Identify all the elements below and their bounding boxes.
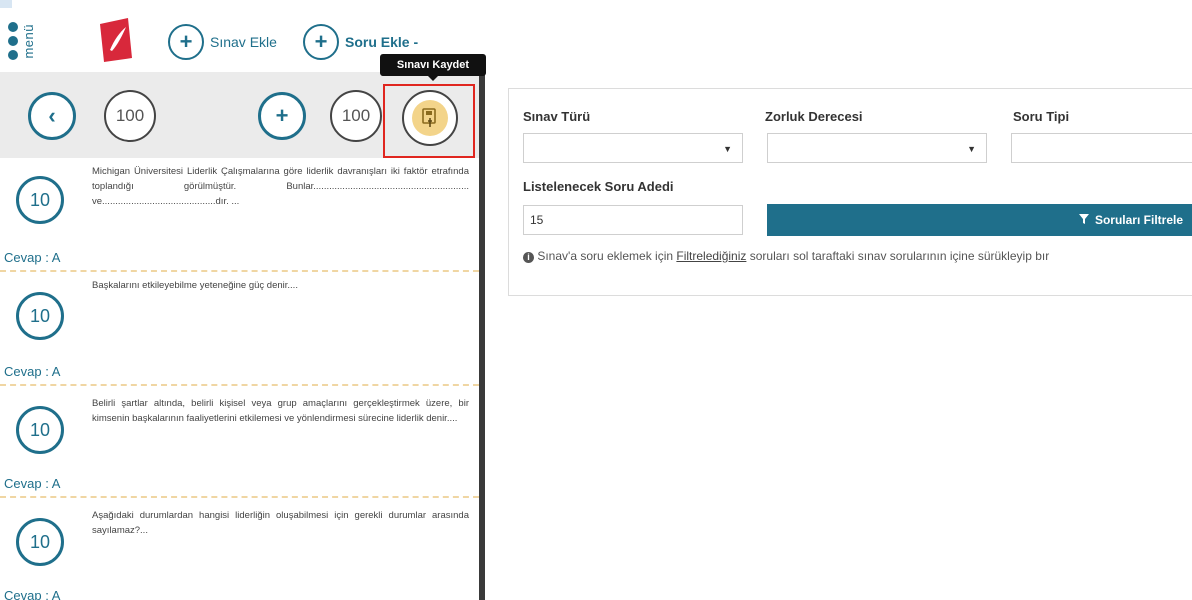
question-points: 10 xyxy=(16,176,64,224)
menu-label: menü xyxy=(21,23,36,59)
plus-icon: + xyxy=(275,103,289,128)
filter-button-label: Soruları Filtrele xyxy=(1094,213,1183,227)
save-highlight-box xyxy=(383,84,475,158)
question-text: Belirli şartlar altında, belirli kişisel… xyxy=(92,398,469,424)
top-bar: menü + Sınav Ekle + Soru Ekle - xyxy=(0,0,1192,72)
menu-button[interactable]: menü xyxy=(8,18,58,64)
chevron-left-icon: ‹ xyxy=(48,103,56,128)
difficulty-label: Zorluk Derecesi xyxy=(765,109,863,124)
question-text: Aşağıdaki durumlardan hangisi liderliğin… xyxy=(92,510,469,536)
filter-questions-button[interactable]: Soruları Filtrele xyxy=(767,204,1192,236)
back-button[interactable]: ‹ xyxy=(28,92,76,140)
menu-dots-icon xyxy=(8,22,18,60)
plus-icon: + xyxy=(168,24,204,60)
question-type-label: Soru Tipi xyxy=(1013,109,1070,124)
question-item[interactable]: 10 Başkalarını etkileyebilme yeteneğine … xyxy=(0,272,479,386)
question-type-select[interactable] xyxy=(1011,133,1192,163)
info-link[interactable]: Filtrelediğiniz xyxy=(676,249,746,263)
info-prefix: Sınav'a soru eklemek için xyxy=(537,249,677,263)
question-answer: Cevap : A xyxy=(4,364,61,379)
question-filter-panel: Sınav Türü Zorluk Derecesi Soru Tipi ▼ ▼… xyxy=(508,88,1192,296)
add-exam-label: Sınav Ekle xyxy=(210,34,277,50)
plus-icon: + xyxy=(303,24,339,60)
total-points-right: 100 xyxy=(330,90,382,142)
question-answer: Cevap : A xyxy=(4,476,61,491)
question-count-input[interactable]: 15 xyxy=(523,205,743,235)
question-item[interactable]: 10 Michigan Üniversitesi Liderlik Çalışm… xyxy=(0,158,479,272)
question-list: 10 Michigan Üniversitesi Liderlik Çalışm… xyxy=(0,158,479,600)
info-text: i Sınav'a soru eklemek için Filtrelediği… xyxy=(523,249,1192,263)
caret-down-icon: ▼ xyxy=(723,144,732,154)
difficulty-select[interactable]: ▼ xyxy=(767,133,987,163)
question-points: 10 xyxy=(16,406,64,454)
question-points: 10 xyxy=(16,292,64,340)
add-question-circle-button[interactable]: + xyxy=(258,92,306,140)
add-exam-button[interactable]: + Sınav Ekle xyxy=(168,22,277,62)
add-question-label: Soru Ekle - xyxy=(345,34,419,50)
logo xyxy=(100,18,132,62)
exam-questions-panel: ‹ 100 + 100 10 Michigan Üniversitesi Lid… xyxy=(0,72,485,600)
question-text: Başkalarını etkileyebilme yeteneğine güç… xyxy=(92,280,298,291)
question-answer: Cevap : A xyxy=(4,588,61,600)
question-answer: Cevap : A xyxy=(4,250,61,265)
filter-icon xyxy=(1078,213,1089,227)
question-item[interactable]: 10 Aşağıdaki durumlardan hangisi liderli… xyxy=(0,498,479,600)
question-points: 10 xyxy=(16,518,64,566)
question-item[interactable]: 10 Belirli şartlar altında, belirli kişi… xyxy=(0,386,479,498)
info-suffix: soruları sol taraftaki sınav sorularının… xyxy=(746,249,1050,263)
question-text: Michigan Üniversitesi Liderlik Çalışmala… xyxy=(92,166,469,207)
info-icon: i xyxy=(523,252,534,263)
total-points-left: 100 xyxy=(104,90,156,142)
caret-down-icon: ▼ xyxy=(967,144,976,154)
window-corner xyxy=(0,0,12,8)
save-exam-tooltip: Sınavı Kaydet xyxy=(380,54,486,81)
exam-type-select[interactable]: ▼ xyxy=(523,133,743,163)
exam-type-label: Sınav Türü xyxy=(523,109,591,124)
question-count-label: Listelenecek Soru Adedi xyxy=(523,179,674,194)
